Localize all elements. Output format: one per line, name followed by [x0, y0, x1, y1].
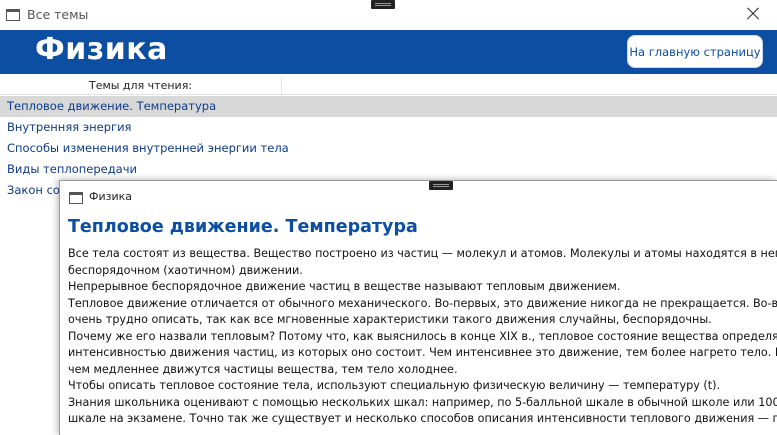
- article-line: Непрерывное беспорядочное движение части…: [68, 280, 621, 293]
- drag-handle-icon[interactable]: [429, 181, 453, 190]
- main-titlebar[interactable]: Все темы: [0, 0, 777, 30]
- main-window-title: Все темы: [27, 7, 89, 22]
- topic-item[interactable]: Тепловое движение. Температура: [0, 96, 777, 117]
- article-line: Почему же его назвали тепловым? Потому ч…: [68, 329, 777, 343]
- topics-column-header: Темы для чтения:: [0, 76, 777, 95]
- article-line: интенсивностью движения частиц, из котор…: [68, 346, 777, 359]
- article-window: Физика Тепловое движение. Температура Вс…: [59, 180, 777, 435]
- article-line: Знания школьника оценивают с помощью нес…: [68, 395, 777, 409]
- topic-item[interactable]: Виды теплопередачи: [0, 159, 777, 180]
- article-line: Тепловое движение отличается от обычного…: [68, 296, 777, 310]
- article-titlebar[interactable]: Физика: [60, 181, 777, 211]
- topic-item[interactable]: Способы изменения внутренней энергии тел…: [0, 138, 777, 159]
- close-icon[interactable]: [743, 4, 763, 24]
- article-content: Тепловое движение. Температура Все тела …: [68, 217, 777, 428]
- article-window-title: Физика: [89, 190, 133, 203]
- window-icon: [6, 9, 20, 21]
- article-line: очень трудно описать, так как все мгнове…: [68, 313, 712, 326]
- home-button[interactable]: На главную страницу: [627, 35, 763, 68]
- window-icon: [69, 192, 83, 204]
- article-line: чем медленнее движутся частицы вещества,…: [68, 362, 458, 376]
- article-heading: Тепловое движение. Температура: [68, 217, 418, 237]
- article-line: шкале на экзамене. Точно так же существу…: [68, 412, 777, 425]
- article-line: Чтобы описать тепловое состояние тела, и…: [68, 379, 721, 392]
- article-line: беспорядочном (хаотичном) движении.: [68, 263, 303, 277]
- topic-item[interactable]: Внутренняя энергия: [0, 117, 777, 138]
- column-header-label[interactable]: Темы для чтения:: [0, 76, 282, 95]
- app-logo: Физика: [35, 32, 168, 67]
- drag-handle-icon[interactable]: [371, 0, 395, 9]
- article-line: Все тела состоят из вещества. Вещество п…: [68, 247, 777, 260]
